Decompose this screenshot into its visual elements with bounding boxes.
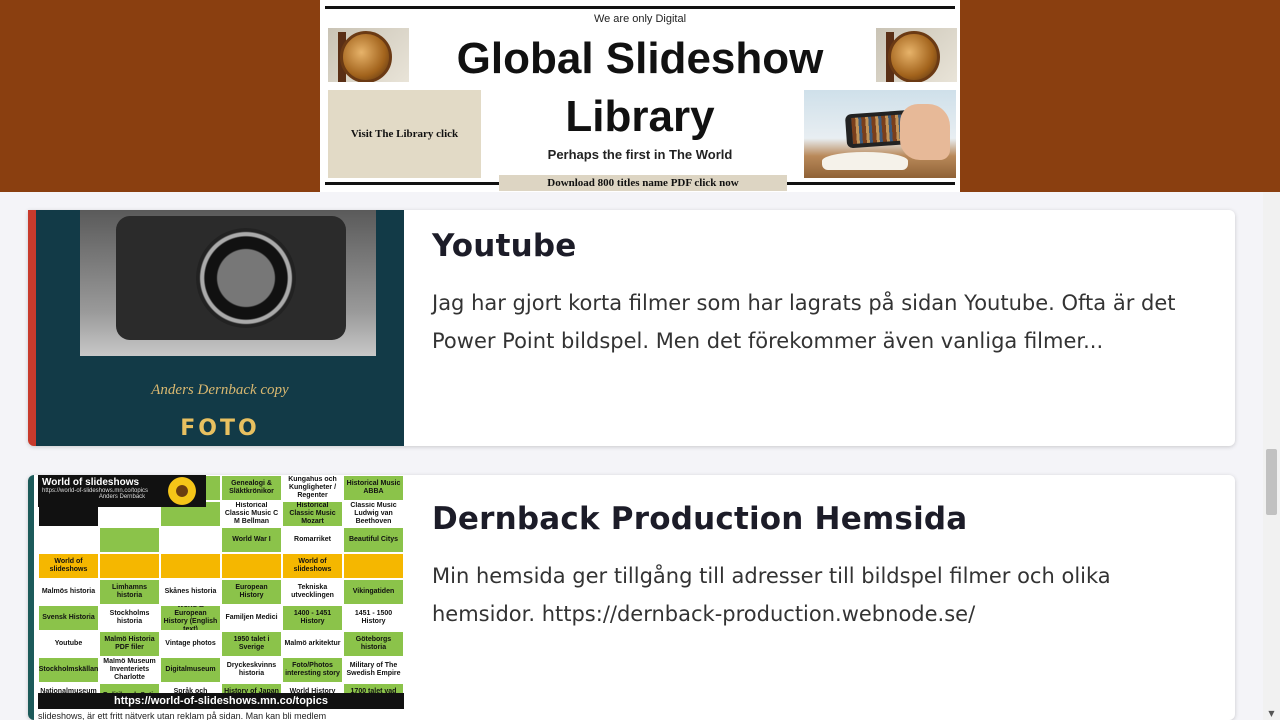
image-caption: Anders Dernback copy [151,382,289,398]
visit-library-link[interactable]: Visit The Library click [328,90,481,178]
card-title[interactable]: Youtube [432,228,576,264]
camera-photo-image: Anders Dernback copy FOTO [36,210,404,446]
card-description: Jag har gjort korta filmer som har lagra… [432,291,1176,353]
grid-cell [343,553,404,579]
grid-cell: Classic Music Ludwig van Beethoven [343,501,404,527]
grid-cell [99,553,160,579]
banner-top-rule [325,6,955,9]
grid-cell: 1451 - 1500 History [343,605,404,631]
grid-cell: Historical Music ABBA [343,475,404,501]
grid-cell: 1400 - 1451 History [282,605,343,631]
grid-cut-text: slideshows, är ett fritt nätverk utan re… [38,711,327,720]
grid-cell: Limhamns historia [99,579,160,605]
grid-cell [221,553,282,579]
grid-header-title: World of slideshows [42,477,140,488]
grid-cell: Romarriket [282,527,343,553]
grid-cell: Göteborgs historia [343,631,404,657]
grid-cell: 1950 talet i Sverige [221,631,282,657]
card-dernback-production[interactable]: Genealogi & Släktkrönikor Kungahus och Ku… [28,475,1235,720]
grid-cell: Familjen Medici [221,605,282,631]
grid-cell: Foto/Photos interesting story [282,657,343,683]
grid-cell: Tekniska utvecklingen [282,579,343,605]
grid-cell: Svensk Historia [38,605,99,631]
scroll-down-arrow-icon[interactable]: ▼ [1263,708,1280,720]
grid-cell: Genealogi & Släktkrönikor [221,475,282,501]
grid-cell: Historical Classic Music C M Bellman [221,501,282,527]
grid-cell [160,553,221,579]
grid-cell: Stockholms historia [99,605,160,631]
grid-cell: Military of The Swedish Empire [343,657,404,683]
grid-cell: World of slideshows [38,553,99,579]
grid-cell: Vintage photos [160,631,221,657]
card-youtube[interactable]: Anders Dernback copy FOTO Youtube Jag ha… [28,210,1235,446]
grid-cell: Digitalmuseum [160,657,221,683]
library-banner[interactable]: We are only Digital Global Slideshow Lib… [320,0,960,192]
grid-cell: Beautiful Citys [343,527,404,553]
scrollbar-thumb[interactable] [1266,449,1277,515]
download-pdf-link[interactable]: Download 800 titles name PDF click now [499,175,787,191]
phone-library-image [804,90,956,178]
sunflower-icon [164,477,200,505]
grid-cell: World War I [221,527,282,553]
grid-cell: Dryckeskvinns historia [221,657,282,683]
banner-tagline: We are only Digital [593,13,687,25]
grid-footer-url: https://world-of-slideshows.mn.co/topics [38,693,404,709]
grid-cell: Malmö Historia PDF filer [99,631,160,657]
grid-cell [99,527,160,553]
grid-cell: Malmö Museum Inventeriets Charlotte [99,657,160,683]
slideshow-grid-image: Genealogi & Släktkrönikor Kungahus och Ku… [28,475,404,720]
grid-cell: Malmös historia [38,579,99,605]
card-title[interactable]: Dernback Production Hemsida [432,501,967,537]
topic-grid: Genealogi & Släktkrönikor Kungahus och Ku… [38,475,404,709]
grid-cell: Youtube [38,631,99,657]
image-label: FOTO [180,416,260,441]
grid-cell: World of slideshows [282,553,343,579]
grid-cell: Vikingatiden [343,579,404,605]
banner-title-line1: Global Slideshow [456,34,824,83]
grid-cell: Malmö arkitektur [282,631,343,657]
grid-cell: Kungahus och Kungligheter / Regenter [282,475,343,501]
grid-cell: World & European History (English text) [160,605,221,631]
grid-cell [160,527,221,553]
grid-cell [38,527,99,553]
grid-cell: Stockholmskällan [38,657,99,683]
card-description: Min hemsida ger tillgång till adresser t… [432,564,1111,626]
grid-cell: Skånes historia [160,579,221,605]
grid-cell: Historical Classic Music Mozart [282,501,343,527]
grid-cell: European History [221,579,282,605]
